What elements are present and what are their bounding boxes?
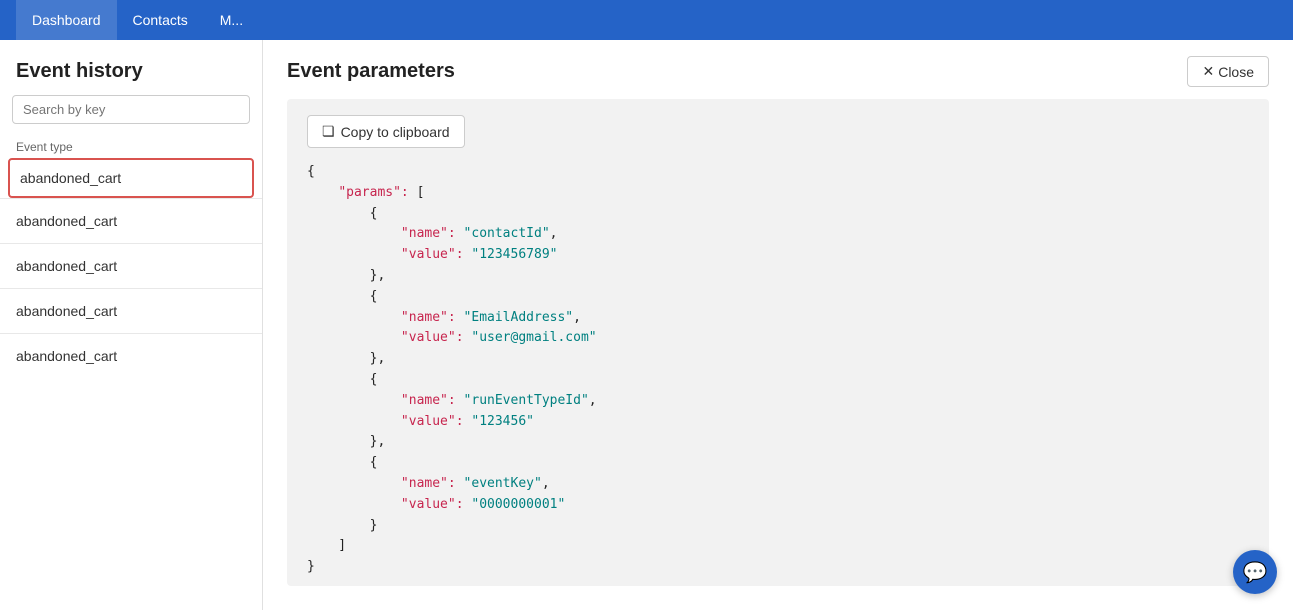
modal-area: Event parameters ✕ Close ❏ Copy to clipb… [263,40,1293,610]
close-label: Close [1218,64,1254,80]
list-item[interactable]: abandoned_cart [0,333,262,378]
filter-label: Event type [0,134,262,158]
chat-bubble[interactable]: 💬 [1233,550,1277,594]
copy-icon: ❏ [322,123,335,140]
close-button[interactable]: ✕ Close [1187,56,1269,87]
chat-icon: 💬 [1243,560,1268,585]
list-item[interactable]: abandoned_cart [0,198,262,243]
list-item[interactable]: abandoned_cart [8,158,254,198]
copy-label: Copy to clipboard [341,124,450,140]
list-item-label: abandoned_cart [16,258,117,274]
list-item-label: abandoned_cart [16,213,117,229]
nav-contacts[interactable]: Contacts [117,0,204,40]
sidebar: Event history Event type abandoned_cart … [0,40,263,610]
list-item-label: abandoned_cart [16,348,117,364]
main-layout: Event history Event type abandoned_cart … [0,40,1293,610]
json-display: { "params": [ { "name": "contactId", "va… [307,162,1249,578]
copy-to-clipboard-button[interactable]: ❏ Copy to clipboard [307,115,465,148]
list-item[interactable]: abandoned_cart [0,288,262,333]
sidebar-title: Event history [0,40,262,95]
modal-title: Event parameters [287,60,455,83]
nav-dashboard[interactable]: Dashboard [16,0,117,40]
search-input[interactable] [12,95,250,124]
nav-more[interactable]: M... [204,0,259,40]
close-icon: ✕ [1202,63,1214,80]
modal-header: Event parameters ✕ Close [263,40,1293,99]
list-item-label: abandoned_cart [20,170,121,186]
modal-content: ❏ Copy to clipboard { "params": [ { "nam… [287,99,1269,586]
list-item-label: abandoned_cart [16,303,117,319]
list-item[interactable]: abandoned_cart [0,243,262,288]
top-navigation: Dashboard Contacts M... [0,0,1293,40]
